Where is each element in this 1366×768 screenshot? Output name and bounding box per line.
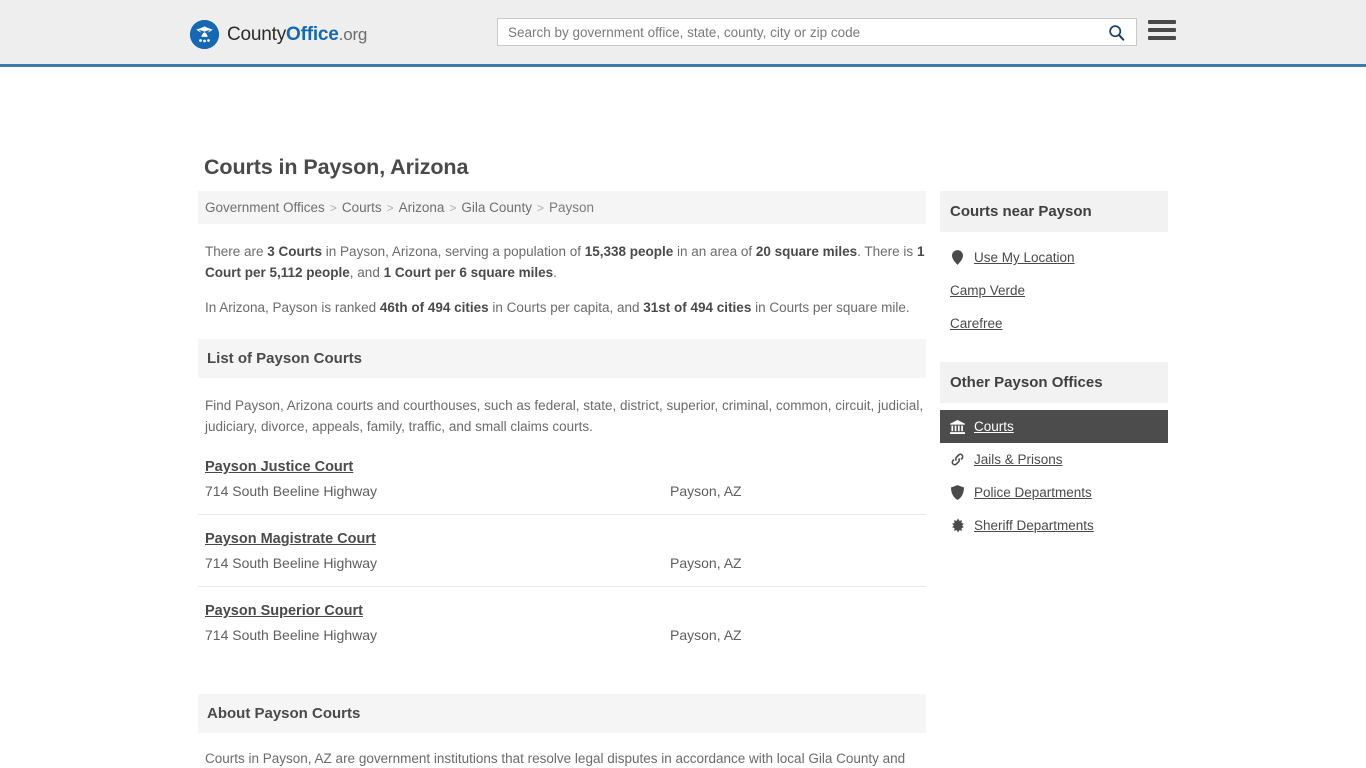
stats-text: in Courts per capita, and	[488, 300, 644, 315]
statistics-block: There are 3 Courts in Payson, Arizona, s…	[198, 241, 926, 318]
list-section-lead: Find Payson, Arizona courts and courthou…	[205, 398, 924, 434]
brand-part-county: County	[227, 24, 287, 45]
sidebar-item-label: Sheriff Departments	[974, 518, 1094, 533]
main-content: Government Offices > Courts > Arizona > Gila C…	[198, 191, 926, 768]
list-section-heading: List of Payson Courts	[198, 339, 926, 378]
other-offices-list: Courts Jails & Prisons Police Department…	[940, 403, 1168, 542]
breadcrumb-separator: >	[449, 201, 457, 215]
stats-text: In Arizona, Payson is ranked	[205, 300, 380, 315]
stats-text: There are	[205, 244, 268, 259]
about-section-heading: About Payson Courts	[198, 694, 926, 733]
about-section-body: Courts in Payson, AZ are government inst…	[198, 749, 926, 768]
brand-wordmark: CountyOffice.org	[227, 25, 367, 44]
sidebar-item-carefree[interactable]: Carefree	[940, 307, 1168, 340]
court-city: Payson, AZ	[670, 627, 742, 643]
search-icon	[1108, 24, 1124, 41]
sheriff-star-icon	[950, 518, 965, 533]
breadcrumb-item-arizona[interactable]: Arizona	[399, 200, 445, 215]
sidebar-item-camp-verde[interactable]: Camp Verde	[940, 274, 1168, 307]
brand-part-office: Office	[286, 24, 339, 45]
stats-rank-capita: 46th of 494 cities	[379, 300, 489, 315]
chain-link-icon	[950, 452, 965, 467]
sidebar-item-label: Police Departments	[974, 485, 1092, 500]
table-row: Payson Justice Court 714 South Beeline H…	[198, 458, 926, 515]
stats-population: 15,338 people	[584, 244, 674, 259]
sidebar-item-label: Use My Location	[974, 250, 1075, 265]
stats-area: 20 square miles	[755, 244, 858, 259]
about-paragraph: Courts in Payson, AZ are government inst…	[205, 751, 906, 766]
sidebar-item-label: Camp Verde	[950, 283, 1026, 298]
breadcrumb-item-government-offices[interactable]: Government Offices	[205, 200, 325, 215]
court-meta: 714 South Beeline Highway Payson, AZ	[198, 483, 926, 499]
sidebar-item-sheriff-departments[interactable]: Sheriff Departments	[940, 509, 1168, 542]
stats-line-2: In Arizona, Payson is ranked 46th of 494…	[205, 297, 926, 318]
courts-near-list: Use My Location Camp Verde Carefree	[940, 232, 1168, 340]
stats-text: in an area of	[673, 244, 756, 259]
court-name-link[interactable]: Payson Magistrate Court	[205, 531, 376, 547]
breadcrumb-item-payson: Payson	[548, 200, 594, 215]
sidebar-item-label: Carefree	[950, 316, 1003, 331]
breadcrumb-item-gila-county[interactable]: Gila County	[461, 200, 532, 215]
breadcrumb-item-courts[interactable]: Courts	[342, 200, 382, 215]
hamburger-bar	[1148, 36, 1176, 40]
table-row: Payson Magistrate Court 714 South Beelin…	[198, 515, 926, 587]
breadcrumb-separator: >	[386, 201, 394, 215]
court-address: 714 South Beeline Highway	[205, 627, 378, 643]
breadcrumb-separator: >	[329, 201, 337, 215]
shield-icon	[950, 485, 965, 500]
breadcrumb: Government Offices > Courts > Arizona > Gila C…	[198, 191, 926, 224]
sidebar-item-label: Courts	[974, 419, 1014, 434]
sidebar-item-courts[interactable]: Courts	[940, 410, 1168, 443]
court-meta: 714 South Beeline Highway Payson, AZ	[198, 627, 926, 643]
other-offices-heading: Other Payson Offices	[940, 362, 1168, 403]
site-header: CountyOffice.org	[0, 0, 1366, 67]
stats-text: in Courts per square mile.	[751, 300, 910, 315]
stats-per-area: 1 Court per 6 square miles	[383, 265, 554, 280]
court-address: 714 South Beeline Highway	[205, 483, 378, 499]
stats-text: in Payson, Arizona, serving a population…	[322, 244, 585, 259]
court-name-link[interactable]: Payson Justice Court	[205, 459, 353, 475]
courts-near-heading: Courts near Payson	[940, 191, 1168, 232]
brand-part-org: .org	[338, 25, 368, 44]
search-input[interactable]	[498, 19, 1096, 45]
search-bar[interactable]	[497, 18, 1137, 46]
breadcrumb-separator: >	[536, 201, 544, 215]
page-title: Courts in Payson, Arizona	[204, 155, 469, 179]
court-city: Payson, AZ	[670, 483, 742, 499]
court-meta: 714 South Beeline Highway Payson, AZ	[198, 555, 926, 571]
stats-court-count: 3 Courts	[267, 244, 323, 259]
sidebar-item-label: Jails & Prisons	[974, 452, 1063, 467]
stats-rank-area: 31st of 494 cities	[643, 300, 752, 315]
map-pin-icon	[950, 250, 965, 265]
court-list: Payson Justice Court 714 South Beeline H…	[198, 458, 926, 658]
court-city: Payson, AZ	[670, 555, 742, 571]
stats-text: , and	[349, 265, 384, 280]
eagle-shield-logo-icon	[190, 20, 219, 49]
hamburger-bar	[1148, 28, 1176, 32]
sidebar-item-use-my-location[interactable]: Use My Location	[940, 241, 1168, 274]
table-row: Payson Superior Court 714 South Beeline …	[198, 587, 926, 658]
stats-text: .	[553, 265, 557, 280]
sidebar-item-police-departments[interactable]: Police Departments	[940, 476, 1168, 509]
court-address: 714 South Beeline Highway	[205, 555, 378, 571]
court-name-link[interactable]: Payson Superior Court	[205, 603, 363, 619]
stats-line-1: There are 3 Courts in Payson, Arizona, s…	[205, 241, 926, 283]
hamburger-bar	[1148, 20, 1176, 24]
stats-text: . There is	[857, 244, 917, 259]
courthouse-icon	[950, 419, 965, 434]
hamburger-menu-icon[interactable]	[1148, 17, 1176, 43]
right-sidebar: Courts near Payson Use My Location Camp …	[940, 191, 1168, 542]
sidebar-item-jails-prisons[interactable]: Jails & Prisons	[940, 443, 1168, 476]
search-button[interactable]	[1096, 19, 1136, 45]
site-logo-link[interactable]: CountyOffice.org	[190, 20, 367, 49]
